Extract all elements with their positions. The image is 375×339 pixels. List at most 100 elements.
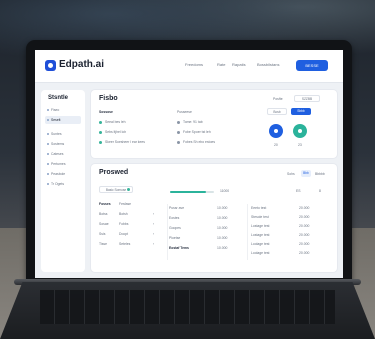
right-row-5-label: Loolage test — [251, 242, 270, 246]
sidebar-item-1[interactable]: Fiseo — [45, 106, 81, 114]
toggle-left[interactable]: Bosb — [267, 108, 287, 115]
summary-badge-right[interactable]: SZZBB — [294, 95, 320, 102]
details-title: Proswed — [99, 169, 129, 176]
col1-header: Sossose — [99, 110, 113, 114]
right-row-4-label: Lostage test — [251, 233, 270, 237]
app-topbar: Edpath.ai Freedoms Rate Rapatis Bossbils… — [35, 50, 343, 83]
right-row-3-value: 20.000 — [299, 224, 310, 228]
photo-scene: Edpath.ai Freedoms Rate Rapatis Bossbils… — [0, 0, 375, 339]
sidebar-item-2[interactable]: Seselt — [45, 116, 81, 124]
mid-row-3-value: 10.000 — [217, 226, 228, 230]
top-right-value-1: ES — [296, 189, 301, 193]
summary-title: Fisbo — [99, 95, 118, 102]
left-row-2-b: Fobbs — [119, 222, 129, 226]
col1-row-3: Skeer Soesheer l ear kees — [105, 140, 145, 144]
col2-row-2: Fobe Spoer tst leh — [183, 130, 211, 134]
nav-item-4[interactable]: Bossbilstans — [257, 62, 279, 67]
right-row-2-label: Stesole test — [251, 215, 269, 219]
stat-label-1: 20 — [274, 143, 278, 147]
left-row-3-b: Doopt — [119, 232, 129, 236]
mid-row-5-label: Eostaf Tems — [169, 246, 189, 250]
right-label-2[interactable]: Bbb — [301, 170, 311, 177]
right-row-3-label: Lostage test — [251, 224, 270, 228]
right-label-3: Bbbbb — [315, 172, 325, 176]
chevron-right-icon[interactable]: › — [153, 222, 154, 226]
check-icon — [99, 141, 102, 144]
item-icon — [47, 143, 49, 145]
col1-row-1: Seeal bes leh — [105, 120, 126, 124]
sidebar-title: Stsntle — [48, 95, 69, 101]
right-label-1: Sohs — [287, 172, 295, 176]
item-icon — [47, 173, 49, 175]
left-table-header-1: Fosses — [99, 202, 111, 206]
right-row-4-value: 20.000 — [299, 233, 310, 237]
summary-badge-left: Posfte — [273, 97, 283, 101]
mid-row-3-label: Goopes — [169, 226, 181, 230]
mid-row-2-value: 10.000 — [217, 216, 228, 220]
right-row-1-value: 20.000 — [299, 206, 310, 210]
sidebar: Stsntle Fiseo Seselt Suntes Sostems Cate… — [41, 90, 85, 272]
right-row-6-label: Loolage test — [251, 251, 270, 255]
left-row-3-a: Ssis — [99, 232, 106, 236]
stat-glyph — [274, 129, 278, 133]
keyboard — [40, 290, 335, 324]
stat-label-2: 23 — [298, 143, 302, 147]
left-row-2-a: Sosae — [99, 222, 109, 226]
left-row-1-b: Botsh — [119, 212, 128, 216]
progress-value: 11000 — [220, 189, 230, 193]
left-table-header-2: Fesfase — [119, 202, 132, 206]
mid-row-2-label: Eostes — [169, 216, 180, 220]
left-row-4-b: Seteles — [119, 242, 131, 246]
left-row-4-a: Tisse — [99, 242, 107, 246]
item-icon — [47, 119, 49, 121]
blue-stat-icon[interactable] — [269, 124, 283, 138]
teal-stat-icon[interactable] — [293, 124, 307, 138]
bullet-icon — [177, 131, 180, 134]
nav-item-1[interactable]: Freedoms — [185, 62, 203, 67]
sidebar-item-5[interactable]: Cateses — [45, 150, 81, 158]
chevron-right-icon[interactable]: › — [153, 232, 154, 236]
check-icon — [99, 121, 102, 124]
filter-check-icon — [127, 188, 130, 191]
progress-fill — [170, 191, 207, 193]
summary-card: Fisbo Posfte SZZBB Sossose Seeal bes leh… — [91, 90, 337, 158]
mid-row-1-label: Pussr ave — [169, 206, 185, 210]
sidebar-item-8[interactable]: Tr Ogets — [45, 180, 81, 188]
details-card: Proswed Sohs Bbb Bbbbb Basic Somuse 1100… — [91, 164, 337, 272]
right-row-2-value: 20.000 — [299, 215, 310, 219]
app-logo[interactable]: Edpath.ai — [59, 59, 104, 70]
divider — [167, 204, 168, 260]
right-row-6-value: 20.000 — [299, 251, 310, 255]
col1-row-2: Sebs ltjhel loh — [105, 130, 127, 134]
right-row-5-value: 20.000 — [299, 242, 310, 246]
toggle-right[interactable]: Sbbb — [291, 108, 311, 115]
sidebar-item-7[interactable]: Peasbole — [45, 170, 81, 178]
sidebar-item-6[interactable]: Pertumes — [45, 160, 81, 168]
mid-row-5-value: 10.000 — [217, 246, 228, 250]
check-icon — [99, 131, 102, 134]
right-row-1-label: Eeeto test — [251, 206, 267, 210]
bullet-icon — [177, 141, 180, 144]
divider — [247, 204, 248, 260]
item-icon — [47, 153, 49, 155]
cta-button[interactable]: BESSE — [296, 60, 328, 71]
left-row-1-a: Botss — [99, 212, 108, 216]
col2-header: Pusseese — [177, 110, 192, 114]
nav-item-2[interactable]: Rate — [217, 62, 225, 67]
stat-glyph — [298, 129, 302, 133]
top-right-value-2: 8 — [319, 189, 321, 193]
logo-icon — [45, 60, 56, 71]
progress-bar — [170, 191, 214, 193]
mid-row-4-value: 10.000 — [217, 236, 228, 240]
mid-row-1-value: 10.000 — [217, 206, 228, 210]
sidebar-item-4[interactable]: Sostems — [45, 140, 81, 148]
bullet-icon — [177, 121, 180, 124]
sidebar-item-3[interactable]: Suntes — [45, 130, 81, 138]
chevron-right-icon[interactable]: › — [153, 242, 154, 246]
mid-row-4-label: Ploetse — [169, 236, 181, 240]
nav-item-3[interactable]: Rapatis — [232, 62, 246, 67]
item-icon — [47, 183, 49, 185]
col2-row-3: Fobes Sh ebo estoes — [183, 140, 216, 144]
col2-row-1: Tome: 91 tab — [183, 120, 203, 124]
chevron-right-icon[interactable]: › — [153, 212, 154, 216]
